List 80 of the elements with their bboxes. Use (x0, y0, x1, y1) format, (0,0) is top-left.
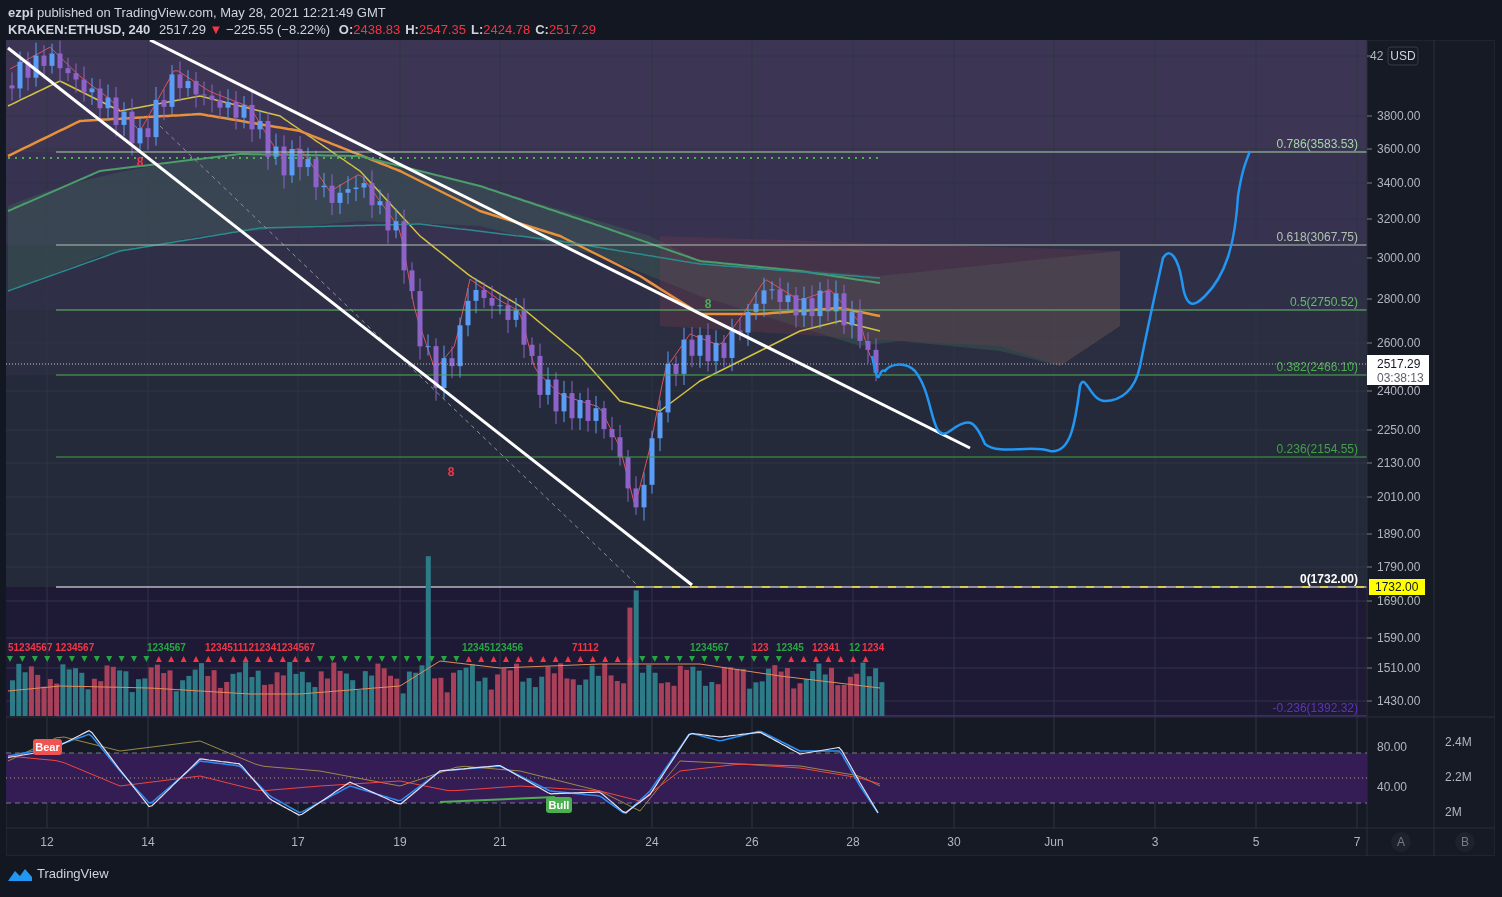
price-tick: 1590.00 (1377, 631, 1421, 645)
time-tick: Jun (1044, 835, 1064, 849)
fibonacci-label: 0.236(2154.55) (1276, 442, 1358, 456)
candle-count-mark: 8 (136, 155, 144, 169)
oscillator-tick: 40.00 (1377, 780, 1408, 794)
price-tick: 42 (1370, 49, 1384, 63)
ohlc-label: H: (405, 22, 419, 37)
price-tick: 2400.00 (1377, 384, 1421, 398)
time-tick: 26 (745, 835, 759, 849)
price-tick: 2010.00 (1377, 490, 1421, 504)
oscillator-tick: 80.00 (1377, 740, 1408, 754)
fibonacci-label: 0.5(2750.52) (1289, 295, 1358, 309)
count-sequence: 12345111212341234567 (205, 642, 316, 653)
candle-count-mark: 8 (704, 297, 712, 311)
ohlc-value: 2438.83 (353, 22, 401, 37)
candle-count-mark: 8 (447, 465, 455, 479)
low-price-label: 1732.00 (1369, 579, 1425, 595)
count-sequence: 1234567 (147, 642, 186, 653)
price-change: −225.55 (−8.22%) (226, 22, 331, 37)
ohlc-label: L: (470, 22, 484, 37)
price-tick: 2250.00 (1377, 423, 1421, 437)
scale-button[interactable]: B (1455, 832, 1475, 852)
price-tick: 1510.00 (1377, 661, 1421, 675)
count-sequence: 1234 (862, 642, 885, 653)
price-tick: 3800.00 (1377, 109, 1421, 123)
time-tick: 12 (40, 835, 54, 849)
time-tick: 21 (493, 835, 507, 849)
price-tick: 2800.00 (1377, 292, 1421, 306)
author-name[interactable]: ezpi (8, 5, 34, 20)
count-sequence: 71112 (572, 642, 599, 653)
symbol-title: KRAKEN:ETHUSD, 240 (8, 22, 151, 37)
ohlc-value: 2424.78 (483, 22, 531, 37)
price-tick: 1430.00 (1377, 694, 1421, 708)
price-tick: 1790.00 (1377, 560, 1421, 574)
ohlc-value: 2517.29 (548, 22, 596, 37)
volume-tick: 2.4M (1445, 735, 1472, 749)
currency-button[interactable]: USD (1387, 46, 1419, 66)
bear-signal-label: Bear (33, 739, 62, 755)
time-tick: 24 (645, 835, 659, 849)
count-sequence: 12 (849, 642, 861, 653)
price-tick: 3000.00 (1377, 251, 1421, 265)
change-direction-icon: ▼ (209, 22, 223, 37)
fibonacci-label: -0.236(1392.32) (1272, 701, 1358, 715)
count-sequence: 123 (752, 642, 769, 653)
bull-signal-label: Bull (546, 797, 572, 813)
price-tick: 2600.00 (1377, 336, 1421, 350)
last-price: 2517.29 (158, 22, 206, 37)
time-tick: 14 (141, 835, 155, 849)
volume-tick: 2M (1445, 805, 1462, 819)
time-tick: 17 (291, 835, 305, 849)
publish-info: published on TradingView.com, May 28, 2021 12:21:49 GMT (36, 5, 386, 20)
time-tick: 19 (393, 835, 407, 849)
price-tick: 1890.00 (1377, 527, 1421, 541)
volume-tick: 2.2M (1445, 770, 1472, 784)
count-sequence: 12345 (776, 642, 804, 653)
time-tick: 30 (947, 835, 961, 849)
count-sequence: 12341 (812, 642, 840, 653)
ohlc-value: 2547.35 (418, 22, 466, 37)
time-tick: 3 (1151, 835, 1159, 849)
countdown-label: 03:38:13 (1377, 371, 1424, 385)
count-sequence: 1234567 (690, 642, 729, 653)
count-sequence: 51234567 1234567 (8, 642, 95, 653)
fibonacci-label: 0.618(3067.75) (1276, 230, 1358, 244)
time-tick: 7 (1353, 835, 1361, 849)
scale-button[interactable]: A (1391, 832, 1411, 852)
price-tick: 1690.00 (1377, 594, 1421, 608)
ohlc-label: C: (535, 22, 549, 37)
price-tick: 3400.00 (1377, 176, 1421, 190)
time-tick: 5 (1252, 835, 1260, 849)
price-tick: 2130.00 (1377, 456, 1421, 470)
fibonacci-label: 0.382(2466.10) (1276, 360, 1358, 374)
ohlc-label: O: (338, 22, 354, 37)
fibonacci-label: 0(1732.00) (1299, 572, 1358, 586)
count-sequence: 12345123456 (462, 642, 524, 653)
brand-link[interactable]: TradingView (37, 866, 109, 881)
price-tick: 3600.00 (1377, 142, 1421, 156)
last-price-label: 2517.29 (1377, 357, 1421, 371)
price-tick: 3200.00 (1377, 212, 1421, 226)
time-tick: 28 (846, 835, 860, 849)
fibonacci-label: 0.786(3583.53) (1276, 137, 1358, 151)
